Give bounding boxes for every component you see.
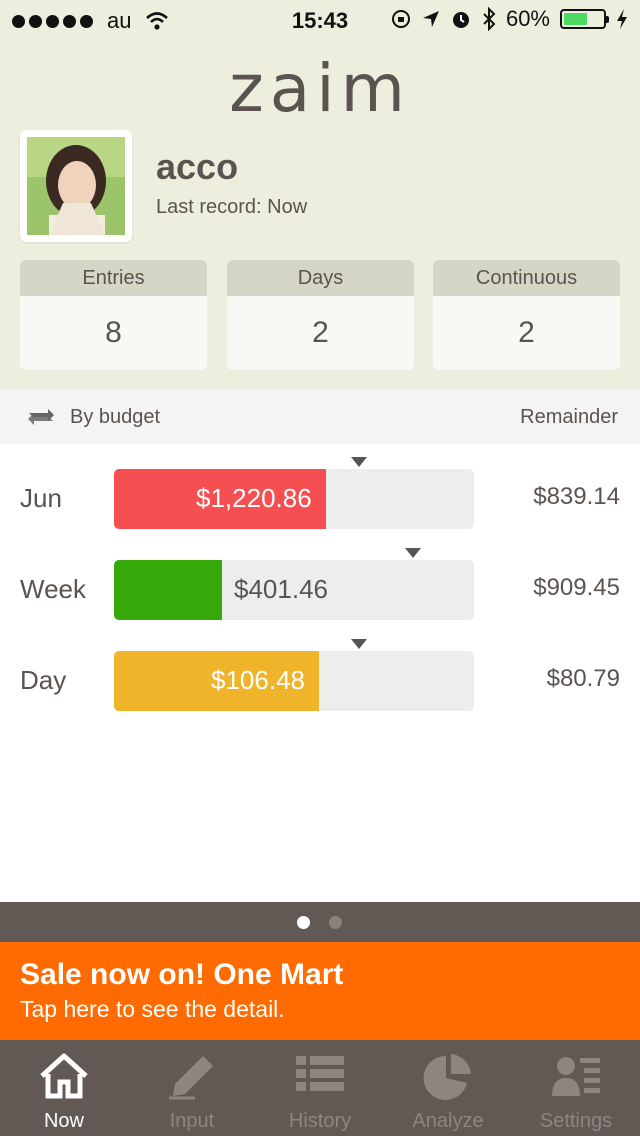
stat-label: Continuous xyxy=(433,260,620,296)
alarm-icon xyxy=(452,12,469,28)
stat-label: Entries xyxy=(20,260,207,296)
banner-subtitle: Tap here to see the detail. xyxy=(20,996,285,1022)
budget-row-week[interactable]: Week $401.46 $909.45 xyxy=(0,548,640,620)
pie-chart-icon xyxy=(423,1054,471,1100)
charging-icon xyxy=(617,9,627,29)
swap-icon xyxy=(28,409,54,425)
budget-mode-label: By budget xyxy=(70,406,161,428)
period-label: Jun xyxy=(20,483,62,513)
budget-row-day[interactable]: Day $106.48 $80.79 xyxy=(0,639,640,711)
stat-entries: Entries 8 xyxy=(20,260,207,370)
tab-settings[interactable]: Settings xyxy=(512,1040,640,1136)
profile-header: au 15:43 60% zaim acco Last record: Now … xyxy=(0,0,640,390)
promo-banner[interactable]: Sale now on! One Mart Tap here to see th… xyxy=(0,942,640,1040)
stat-continuous: Continuous 2 xyxy=(433,260,620,370)
tab-now[interactable]: Now xyxy=(0,1040,128,1136)
stat-days: Days 2 xyxy=(227,260,414,370)
target-marker-icon xyxy=(351,639,367,649)
bluetooth-icon xyxy=(483,7,496,31)
avatar[interactable] xyxy=(20,130,132,242)
page-dot[interactable] xyxy=(329,916,342,929)
last-record: Last record: Now xyxy=(156,196,308,218)
avatar-photo xyxy=(27,137,125,235)
tab-label: Analyze xyxy=(412,1110,484,1132)
budget-mode-toggle[interactable]: By budget Remainder xyxy=(0,390,640,444)
username: acco xyxy=(156,146,239,187)
target-marker-icon xyxy=(405,548,421,558)
spent-amount: $401.46 xyxy=(234,574,328,604)
remainder-amount: $909.45 xyxy=(533,574,620,601)
budget-row-month[interactable]: Jun $1,220.86 $839.14 xyxy=(0,457,640,529)
home-icon xyxy=(40,1053,88,1099)
page-dot[interactable] xyxy=(297,916,310,929)
tab-label: Now xyxy=(43,1110,84,1132)
location-icon xyxy=(422,11,439,27)
battery-icon xyxy=(560,9,609,29)
list-icon xyxy=(296,1056,344,1091)
status-bar: au 15:43 60% xyxy=(0,0,640,40)
pencil-icon xyxy=(169,1056,213,1100)
tab-bar: Now Input History Analyze Settings xyxy=(0,1040,640,1136)
remainder-amount: $80.79 xyxy=(546,665,620,692)
period-label: Day xyxy=(20,665,67,695)
tab-analyze[interactable]: Analyze xyxy=(384,1040,512,1136)
battery-percent: 60% xyxy=(505,6,550,31)
remainder-amount: $839.14 xyxy=(533,483,620,510)
stat-label: Days xyxy=(227,260,414,296)
rotation-lock-icon xyxy=(391,10,410,28)
target-marker-icon xyxy=(351,457,367,467)
tab-label: Input xyxy=(169,1110,215,1132)
period-label: Week xyxy=(20,574,86,604)
spent-amount: $106.48 xyxy=(211,665,305,695)
stat-value: 2 xyxy=(312,316,329,349)
remainder-header: Remainder xyxy=(520,406,618,428)
stat-value: 2 xyxy=(518,316,535,349)
app-logo: zaim xyxy=(229,50,411,127)
tab-label: Settings xyxy=(539,1110,613,1132)
page-indicator[interactable] xyxy=(0,902,640,942)
tab-history[interactable]: History xyxy=(256,1040,384,1136)
tab-label: History xyxy=(288,1110,352,1132)
person-settings-icon xyxy=(552,1057,600,1096)
banner-title: Sale now on! One Mart xyxy=(20,958,344,991)
budget-bar-fill xyxy=(114,560,222,620)
stat-value: 8 xyxy=(105,316,122,349)
tab-input[interactable]: Input xyxy=(128,1040,256,1136)
spent-amount: $1,220.86 xyxy=(196,483,312,513)
